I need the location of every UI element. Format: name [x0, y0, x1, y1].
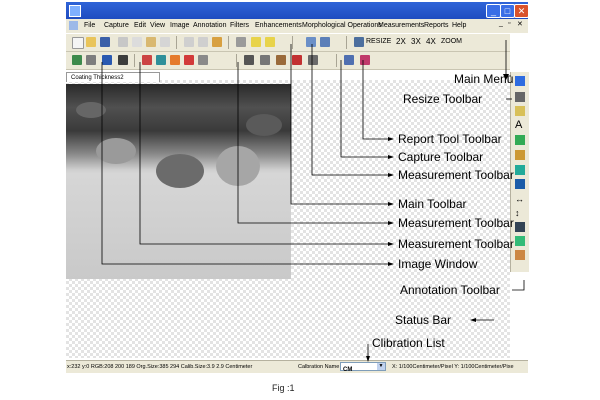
arrowhead — [470, 318, 476, 322]
arrowhead — [388, 155, 394, 159]
leader-main-toolbar — [290, 44, 392, 205]
leader-measurement-toolbar-2 — [237, 62, 392, 224]
callout-report-tool-toolbar: Report Tool Toolbar — [398, 132, 502, 146]
callout-calibration-list: Clibration List — [372, 336, 445, 350]
arrowhead — [388, 202, 394, 206]
arrowhead — [366, 356, 370, 362]
arrowhead — [388, 137, 394, 141]
leader-capture-toolbar — [340, 60, 392, 158]
callout-leader-lines — [101, 40, 525, 362]
callout-status-bar: Status Bar — [395, 313, 452, 327]
leader-annotation-toolbar — [512, 280, 525, 291]
leader-measurement-toolbar-1 — [311, 44, 392, 176]
callout-main-menu: Main Menu — [454, 72, 514, 86]
callout-main-toolbar: Main Toolbar — [398, 197, 467, 211]
leader-image-window — [101, 62, 392, 265]
callout-measurement-toolbar: Measurement Toolbar — [398, 237, 514, 251]
callout-annotation-toolbar: Annotation Toolbar — [400, 283, 500, 297]
arrowhead — [388, 242, 394, 246]
callout-image-window: Image Window — [398, 257, 478, 271]
arrowhead — [388, 173, 394, 177]
callout-resize-toolbar: Resize Toolbar — [403, 92, 483, 106]
leader-main-menu — [505, 40, 511, 77]
figure-caption: Fig :1 — [272, 383, 295, 393]
arrowhead — [388, 221, 394, 225]
callout-measurement-toolbar: Measurement Toolbar — [398, 168, 514, 182]
callout-capture-toolbar: Capture Toolbar — [398, 150, 484, 164]
arrowhead — [388, 262, 394, 266]
leader-report-tool-toolbar — [362, 60, 392, 140]
leader-measurement-toolbar-3 — [139, 62, 392, 245]
callout-measurement-toolbar: Measurement Toolbar — [398, 216, 514, 230]
